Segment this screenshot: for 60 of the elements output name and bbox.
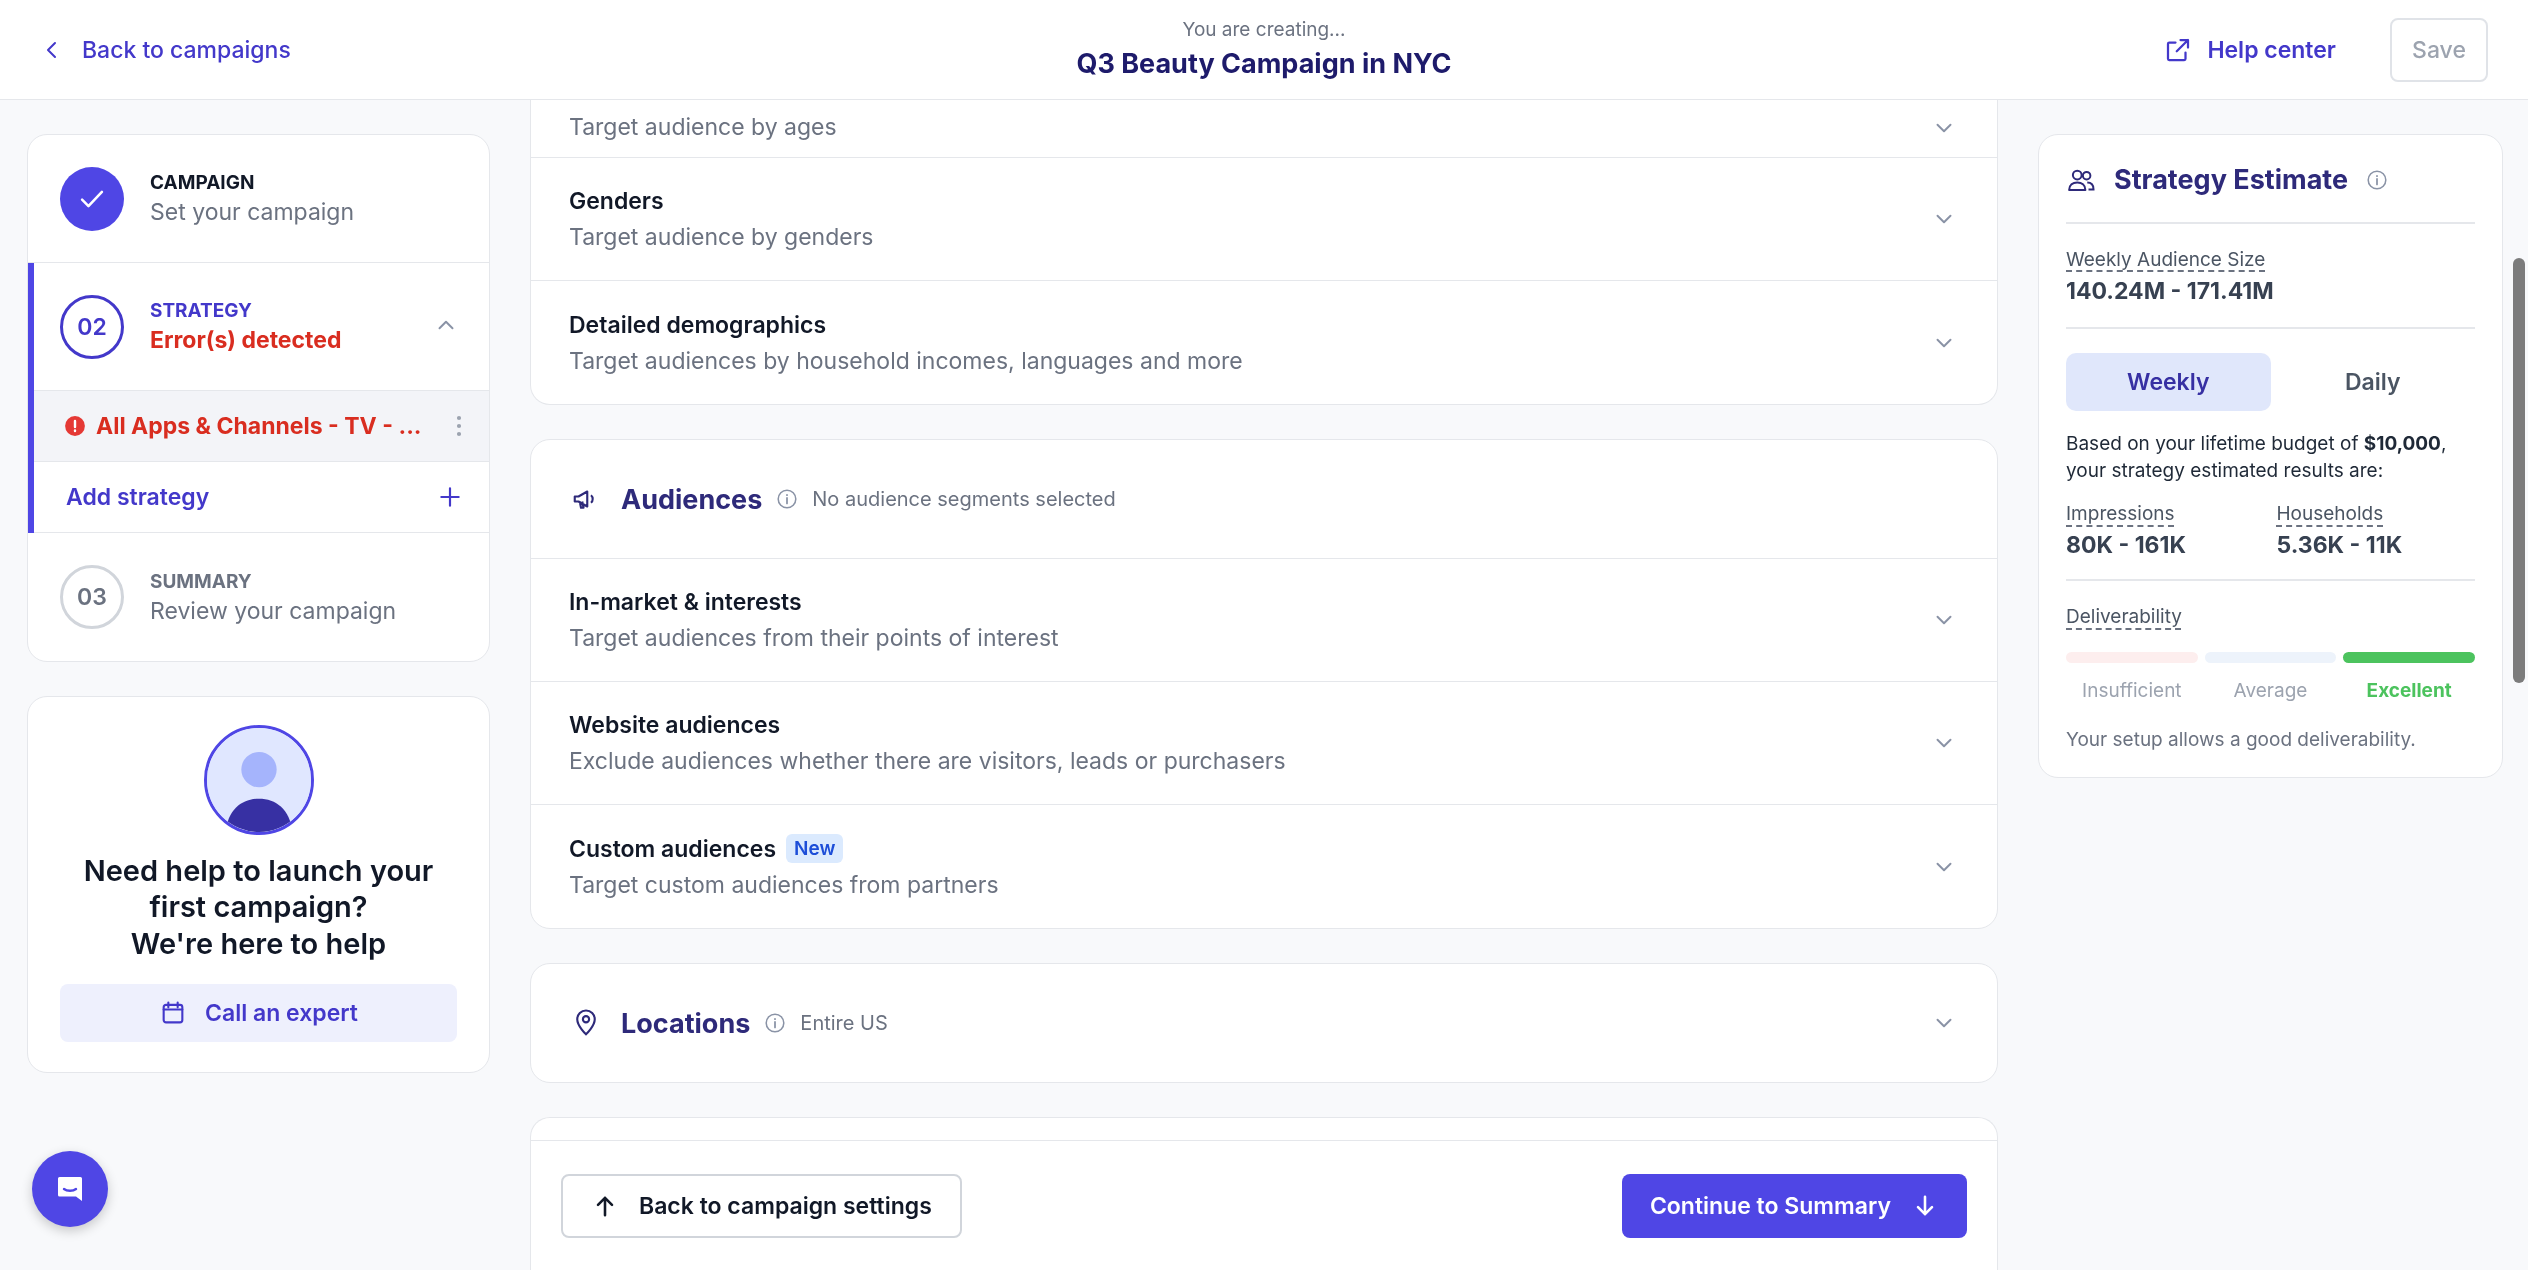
deliverability-note: Your setup allows a good deliverability. bbox=[2066, 728, 2417, 752]
step-description: Review your campaign bbox=[150, 596, 398, 625]
level-label: Excellent bbox=[2366, 679, 2452, 703]
step-number: 02 bbox=[60, 294, 124, 359]
more-options-icon[interactable] bbox=[455, 413, 463, 439]
call-expert-button[interactable]: Call an expert bbox=[60, 983, 457, 1042]
scrollbar-thumb[interactable] bbox=[2513, 258, 2525, 683]
plus-icon[interactable] bbox=[437, 484, 463, 510]
continue-button[interactable]: Continue to Summary bbox=[1621, 1173, 1967, 1238]
step-label: CAMPAIGN bbox=[150, 171, 256, 194]
new-badge: New bbox=[786, 834, 844, 863]
deliverability-label: Deliverability bbox=[2066, 605, 2182, 629]
help-center-link[interactable]: Help center bbox=[2163, 34, 2336, 65]
metric-value: 140.24M - 171.41M bbox=[2066, 277, 2275, 305]
period-tab[interactable]: Daily bbox=[2270, 353, 2475, 411]
help-title: Need help to launch your first campaign? bbox=[82, 853, 435, 926]
metric-label: Impressions bbox=[2066, 502, 2175, 526]
step-error: Error(s) detected bbox=[150, 326, 343, 354]
step-description: Set your campaign bbox=[150, 198, 356, 226]
metric-value: 80K - 161K bbox=[2066, 531, 2187, 560]
row-description: Target audiences by household incomes, languages and more bbox=[569, 346, 1243, 375]
section-title: Audiences bbox=[621, 482, 763, 516]
level-label: Insufficient bbox=[2082, 679, 2182, 703]
row-title: Genders bbox=[569, 187, 664, 215]
chat-button[interactable] bbox=[32, 1151, 108, 1227]
info-icon bbox=[776, 488, 799, 510]
row-title: Custom audiences bbox=[569, 834, 777, 863]
row-title: Website audiences bbox=[569, 711, 781, 739]
step-label: SUMMARY bbox=[150, 569, 253, 593]
section-note: Entire US bbox=[800, 1011, 888, 1035]
info-icon bbox=[2366, 168, 2389, 191]
error-icon bbox=[64, 415, 86, 437]
info-icon bbox=[764, 1012, 787, 1034]
campaign-title: Q3 Beauty Campaign in NYC bbox=[1076, 47, 1452, 80]
step-item[interactable]: CAMPAIGN Set your campaign bbox=[28, 135, 489, 263]
metric-label: Weekly Audience Size bbox=[2066, 248, 2266, 271]
metric-label: Households bbox=[2276, 502, 2384, 526]
metric-value: 5.36K - 11K bbox=[2276, 531, 2404, 560]
back-to-campaigns-link[interactable]: Back to campaigns bbox=[40, 35, 291, 64]
row-description: Target audience by genders bbox=[569, 223, 874, 251]
row-description: Exclude audiences whether there are visitors, leads or purchasers bbox=[569, 747, 1286, 775]
section-title: Locations bbox=[621, 1006, 751, 1040]
row-title: In-market & interests bbox=[569, 588, 802, 616]
step-label: STRATEGY bbox=[150, 299, 253, 322]
help-subtitle: We're here to help bbox=[130, 925, 387, 962]
back-to-settings-button[interactable]: Back to campaign settings bbox=[561, 1173, 962, 1238]
budget-text: Based on your lifetime budget of $10,000, your strategy estimated results are: bbox=[2066, 431, 2448, 484]
step-item[interactable]: 03 SUMMARY Review your campaign bbox=[28, 533, 489, 661]
row-description: Target custom audiences from partners bbox=[569, 871, 999, 899]
add-strategy-link[interactable]: Add strategy bbox=[66, 483, 210, 511]
level-label: Average bbox=[2233, 679, 2308, 703]
row-title: Detailed demographics bbox=[569, 310, 827, 339]
period-tab[interactable]: Weekly bbox=[2066, 353, 2271, 411]
section-note: No audience segments selected bbox=[812, 487, 1116, 511]
step-number: 03 bbox=[60, 565, 124, 629]
strategy-item[interactable]: All Apps & Channels - TV - ... bbox=[34, 391, 489, 462]
row-description: Target audience by ages bbox=[569, 113, 837, 141]
panel-title: Strategy Estimate bbox=[2114, 163, 2349, 196]
page-subtitle: You are creating... bbox=[1182, 18, 1346, 41]
row-description: Target audiences from their points of interest bbox=[569, 624, 1059, 652]
